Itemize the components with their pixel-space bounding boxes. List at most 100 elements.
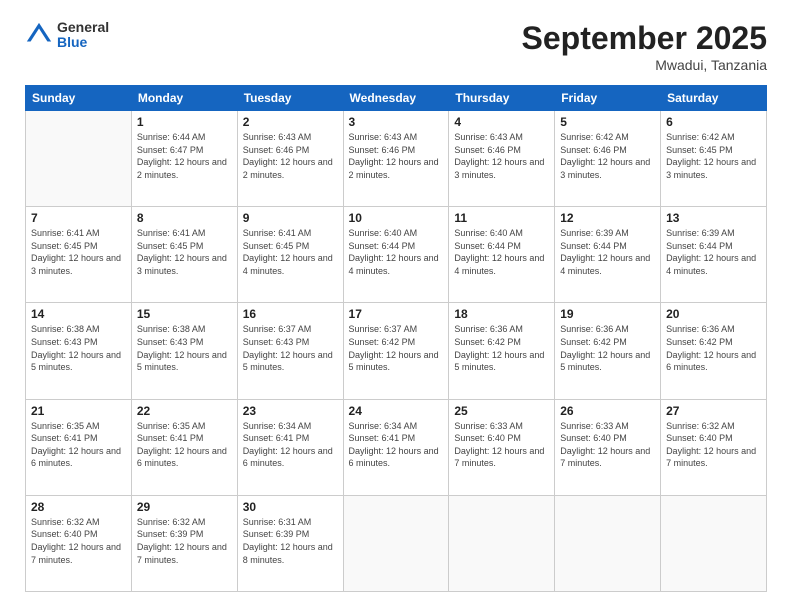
logo: General Blue (25, 20, 109, 51)
logo-general: General (57, 20, 109, 35)
day-cell: 11 Sunrise: 6:40 AMSunset: 6:44 PMDaylig… (449, 207, 555, 303)
day-cell: 16 Sunrise: 6:37 AMSunset: 6:43 PMDaylig… (237, 303, 343, 399)
day-info: Sunrise: 6:41 AMSunset: 6:45 PMDaylight:… (137, 228, 227, 276)
day-info: Sunrise: 6:43 AMSunset: 6:46 PMDaylight:… (243, 132, 333, 180)
day-cell (343, 495, 449, 591)
week-row: 28 Sunrise: 6:32 AMSunset: 6:40 PMDaylig… (26, 495, 767, 591)
header-day: Thursday (449, 86, 555, 111)
day-cell: 17 Sunrise: 6:37 AMSunset: 6:42 PMDaylig… (343, 303, 449, 399)
header-day: Monday (131, 86, 237, 111)
location: Mwadui, Tanzania (522, 57, 767, 73)
day-info: Sunrise: 6:40 AMSunset: 6:44 PMDaylight:… (349, 228, 439, 276)
day-info: Sunrise: 6:35 AMSunset: 6:41 PMDaylight:… (31, 421, 121, 469)
day-cell: 2 Sunrise: 6:43 AMSunset: 6:46 PMDayligh… (237, 111, 343, 207)
day-number: 4 (454, 115, 549, 129)
week-row: 1 Sunrise: 6:44 AMSunset: 6:47 PMDayligh… (26, 111, 767, 207)
header-day: Sunday (26, 86, 132, 111)
day-info: Sunrise: 6:33 AMSunset: 6:40 PMDaylight:… (454, 421, 544, 469)
title-block: September 2025 Mwadui, Tanzania (522, 20, 767, 73)
day-info: Sunrise: 6:31 AMSunset: 6:39 PMDaylight:… (243, 517, 333, 565)
day-info: Sunrise: 6:43 AMSunset: 6:46 PMDaylight:… (349, 132, 439, 180)
day-number: 3 (349, 115, 444, 129)
day-info: Sunrise: 6:39 AMSunset: 6:44 PMDaylight:… (560, 228, 650, 276)
day-info: Sunrise: 6:39 AMSunset: 6:44 PMDaylight:… (666, 228, 756, 276)
day-cell: 14 Sunrise: 6:38 AMSunset: 6:43 PMDaylig… (26, 303, 132, 399)
day-info: Sunrise: 6:36 AMSunset: 6:42 PMDaylight:… (666, 324, 756, 372)
day-info: Sunrise: 6:41 AMSunset: 6:45 PMDaylight:… (243, 228, 333, 276)
day-info: Sunrise: 6:35 AMSunset: 6:41 PMDaylight:… (137, 421, 227, 469)
day-cell: 1 Sunrise: 6:44 AMSunset: 6:47 PMDayligh… (131, 111, 237, 207)
day-number: 15 (137, 307, 232, 321)
day-cell: 23 Sunrise: 6:34 AMSunset: 6:41 PMDaylig… (237, 399, 343, 495)
day-cell: 3 Sunrise: 6:43 AMSunset: 6:46 PMDayligh… (343, 111, 449, 207)
day-info: Sunrise: 6:38 AMSunset: 6:43 PMDaylight:… (31, 324, 121, 372)
calendar-table: SundayMondayTuesdayWednesdayThursdayFrid… (25, 85, 767, 592)
day-number: 28 (31, 500, 126, 514)
week-row: 21 Sunrise: 6:35 AMSunset: 6:41 PMDaylig… (26, 399, 767, 495)
day-cell: 4 Sunrise: 6:43 AMSunset: 6:46 PMDayligh… (449, 111, 555, 207)
day-number: 18 (454, 307, 549, 321)
header-row: SundayMondayTuesdayWednesdayThursdayFrid… (26, 86, 767, 111)
logo-text: General Blue (57, 20, 109, 51)
day-cell: 27 Sunrise: 6:32 AMSunset: 6:40 PMDaylig… (661, 399, 767, 495)
day-info: Sunrise: 6:37 AMSunset: 6:43 PMDaylight:… (243, 324, 333, 372)
logo-blue: Blue (57, 35, 109, 50)
day-cell: 29 Sunrise: 6:32 AMSunset: 6:39 PMDaylig… (131, 495, 237, 591)
day-number: 8 (137, 211, 232, 225)
day-cell: 26 Sunrise: 6:33 AMSunset: 6:40 PMDaylig… (555, 399, 661, 495)
day-info: Sunrise: 6:37 AMSunset: 6:42 PMDaylight:… (349, 324, 439, 372)
day-number: 9 (243, 211, 338, 225)
week-row: 7 Sunrise: 6:41 AMSunset: 6:45 PMDayligh… (26, 207, 767, 303)
day-cell: 5 Sunrise: 6:42 AMSunset: 6:46 PMDayligh… (555, 111, 661, 207)
day-number: 30 (243, 500, 338, 514)
day-number: 12 (560, 211, 655, 225)
header-day: Wednesday (343, 86, 449, 111)
day-cell: 12 Sunrise: 6:39 AMSunset: 6:44 PMDaylig… (555, 207, 661, 303)
day-cell: 28 Sunrise: 6:32 AMSunset: 6:40 PMDaylig… (26, 495, 132, 591)
day-cell: 19 Sunrise: 6:36 AMSunset: 6:42 PMDaylig… (555, 303, 661, 399)
day-cell: 8 Sunrise: 6:41 AMSunset: 6:45 PMDayligh… (131, 207, 237, 303)
day-cell: 24 Sunrise: 6:34 AMSunset: 6:41 PMDaylig… (343, 399, 449, 495)
day-number: 20 (666, 307, 761, 321)
day-cell: 18 Sunrise: 6:36 AMSunset: 6:42 PMDaylig… (449, 303, 555, 399)
day-info: Sunrise: 6:44 AMSunset: 6:47 PMDaylight:… (137, 132, 227, 180)
day-number: 22 (137, 404, 232, 418)
day-cell (661, 495, 767, 591)
page: General Blue September 2025 Mwadui, Tanz… (0, 0, 792, 612)
day-info: Sunrise: 6:42 AMSunset: 6:46 PMDaylight:… (560, 132, 650, 180)
day-number: 23 (243, 404, 338, 418)
day-cell: 10 Sunrise: 6:40 AMSunset: 6:44 PMDaylig… (343, 207, 449, 303)
day-number: 1 (137, 115, 232, 129)
day-info: Sunrise: 6:36 AMSunset: 6:42 PMDaylight:… (454, 324, 544, 372)
day-number: 2 (243, 115, 338, 129)
header-day: Saturday (661, 86, 767, 111)
day-number: 17 (349, 307, 444, 321)
day-cell: 6 Sunrise: 6:42 AMSunset: 6:45 PMDayligh… (661, 111, 767, 207)
day-number: 21 (31, 404, 126, 418)
day-number: 14 (31, 307, 126, 321)
day-number: 10 (349, 211, 444, 225)
day-cell: 20 Sunrise: 6:36 AMSunset: 6:42 PMDaylig… (661, 303, 767, 399)
day-info: Sunrise: 6:32 AMSunset: 6:40 PMDaylight:… (666, 421, 756, 469)
logo-icon (25, 21, 53, 49)
header-day: Friday (555, 86, 661, 111)
day-info: Sunrise: 6:36 AMSunset: 6:42 PMDaylight:… (560, 324, 650, 372)
day-number: 6 (666, 115, 761, 129)
day-number: 26 (560, 404, 655, 418)
day-cell (26, 111, 132, 207)
day-cell: 9 Sunrise: 6:41 AMSunset: 6:45 PMDayligh… (237, 207, 343, 303)
day-info: Sunrise: 6:40 AMSunset: 6:44 PMDaylight:… (454, 228, 544, 276)
day-info: Sunrise: 6:38 AMSunset: 6:43 PMDaylight:… (137, 324, 227, 372)
day-number: 29 (137, 500, 232, 514)
day-number: 24 (349, 404, 444, 418)
header-day: Tuesday (237, 86, 343, 111)
day-cell: 15 Sunrise: 6:38 AMSunset: 6:43 PMDaylig… (131, 303, 237, 399)
day-info: Sunrise: 6:33 AMSunset: 6:40 PMDaylight:… (560, 421, 650, 469)
day-number: 5 (560, 115, 655, 129)
day-info: Sunrise: 6:41 AMSunset: 6:45 PMDaylight:… (31, 228, 121, 276)
day-info: Sunrise: 6:34 AMSunset: 6:41 PMDaylight:… (349, 421, 439, 469)
day-info: Sunrise: 6:32 AMSunset: 6:40 PMDaylight:… (31, 517, 121, 565)
day-info: Sunrise: 6:32 AMSunset: 6:39 PMDaylight:… (137, 517, 227, 565)
month-title: September 2025 (522, 20, 767, 57)
day-cell: 22 Sunrise: 6:35 AMSunset: 6:41 PMDaylig… (131, 399, 237, 495)
